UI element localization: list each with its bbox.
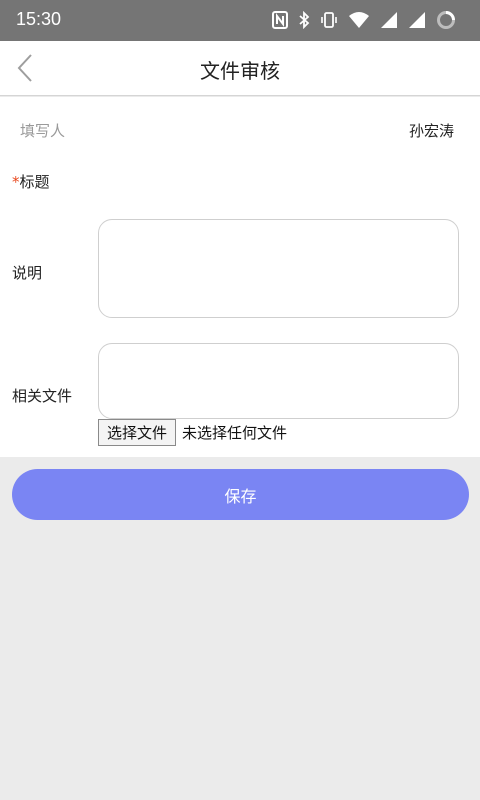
description-label: 说明 [12,264,43,282]
author-row: 填写人 孙宏涛 [0,97,480,159]
related-files-area[interactable] [98,343,459,419]
app-header: 文件审核 [0,41,480,96]
battery-icon [437,11,455,29]
nfc-icon [272,11,288,29]
review-form: 填写人 孙宏涛 *标题 说明 相关文件 选择文件 未选择任何文件 [0,97,480,457]
description-textarea[interactable] [98,219,459,318]
signal-icon-2 [409,12,425,28]
related-files-label: 相关文件 [12,387,73,405]
status-icons [272,9,456,31]
save-button[interactable]: 保存 [12,469,469,520]
file-status-text: 未选择任何文件 [182,424,288,442]
bluetooth-icon [299,11,310,29]
signal-icon [381,12,397,28]
choose-file-button[interactable]: 选择文件 [98,419,177,446]
vibrate-icon [321,12,337,28]
file-picker: 选择文件 未选择任何文件 [98,419,287,446]
author-label: 填写人 [20,122,66,140]
page-title: 文件审核 [200,59,280,83]
title-label: 标题 [19,173,50,191]
required-mark: * [12,173,20,191]
title-field[interactable]: *标题 [12,171,50,192]
author-value: 孙宏涛 [408,122,454,140]
status-time: 15:30 [16,9,62,29]
status-bar: 15:30 [0,0,480,41]
wifi-icon [349,12,369,28]
